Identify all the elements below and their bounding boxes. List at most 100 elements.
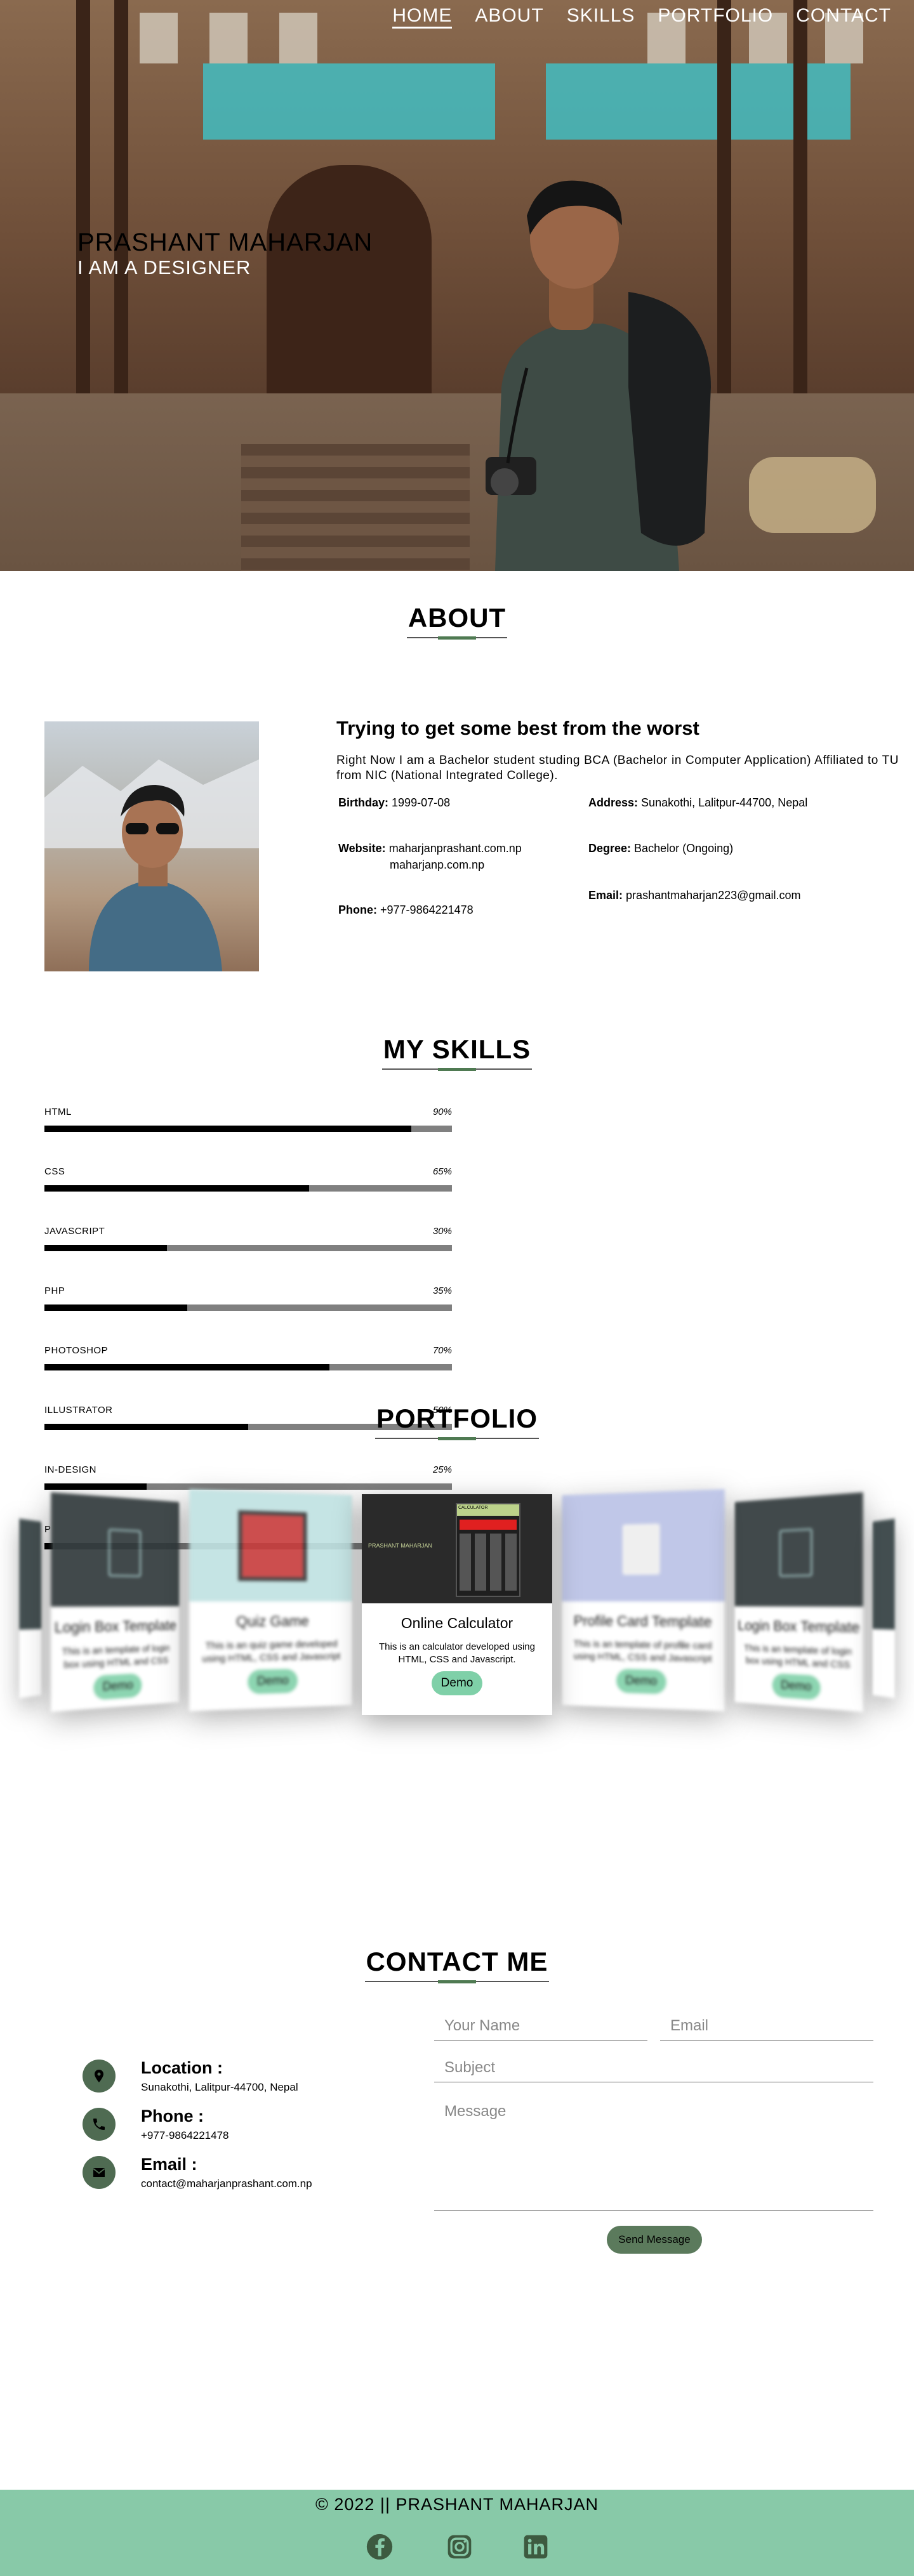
skill-name: CSS xyxy=(44,1166,65,1177)
skill-percent: 65% xyxy=(432,1166,452,1177)
facebook-icon[interactable] xyxy=(366,2533,394,2561)
skill-name: PHP xyxy=(44,1285,65,1296)
main-nav: HOME ABOUT SKILLS PORTFOLIO CONTACT xyxy=(392,5,891,29)
skill-name: JAVASCRIPT xyxy=(44,1226,105,1237)
phone-value: +977-9864221478 xyxy=(141,2129,229,2141)
email-value: contact@maharjanprashant.com.np xyxy=(141,2178,312,2190)
portfolio-card[interactable]: Quiz Game This is an quiz game developed… xyxy=(189,1489,352,1711)
about-heading: Trying to get some best from the worst xyxy=(336,717,699,739)
instagram-icon[interactable] xyxy=(446,2533,474,2561)
portfolio-card[interactable]: Login Box Template This is an template o… xyxy=(51,1492,180,1712)
demo-button[interactable]: Demo xyxy=(772,1673,821,1700)
portfolio-card[interactable] xyxy=(872,1518,895,1699)
skill-name: IN-DESIGN xyxy=(44,1464,97,1475)
skill-bar-fill xyxy=(44,1185,310,1192)
website-link-2[interactable]: maharjanp.com.np xyxy=(390,858,484,871)
location-value: Sunakothi, Lalitpur-44700, Nepal xyxy=(141,2081,298,2093)
location-label: Location : xyxy=(141,2058,223,2077)
skill-name: PHOTOSHOP xyxy=(44,1345,109,1356)
card-title: Login Box Template xyxy=(738,1617,860,1636)
skill-bar-fill xyxy=(44,1304,187,1311)
background-window xyxy=(209,13,248,63)
name-field[interactable] xyxy=(434,2011,647,2040)
phone-label: Phone : xyxy=(141,2106,204,2126)
nav-about[interactable]: ABOUT xyxy=(475,5,543,29)
background-sacks xyxy=(749,457,876,533)
skill-percent: 25% xyxy=(432,1464,452,1475)
card-title: Profile Card Template xyxy=(573,1612,712,1631)
email-icon xyxy=(83,2156,116,2189)
hero-section: HOME ABOUT SKILLS PORTFOLIO CONTACT PRAS… xyxy=(0,0,914,571)
footer: © 2022 || PRASHANT MAHARJAN xyxy=(0,2490,914,2576)
fact-degree: Degree: Bachelor (Ongoing) xyxy=(588,842,734,855)
card-title: Online Calculator xyxy=(401,1615,513,1631)
login-box-icon xyxy=(108,1528,142,1577)
card-description: This is an template of login box using H… xyxy=(62,1643,170,1671)
nav-home[interactable]: HOME xyxy=(392,5,453,29)
card-title: Login Box Template xyxy=(54,1617,176,1636)
portfolio-card-active[interactable]: PRASHANT MAHARJAN CALCULATOR Online Calc… xyxy=(362,1494,552,1715)
linkedin-icon[interactable] xyxy=(522,2533,550,2561)
skill-percent: 70% xyxy=(432,1345,452,1356)
skill-bar xyxy=(44,1185,452,1192)
email-field[interactable] xyxy=(660,2011,873,2040)
card-description: This is an template of profile card usin… xyxy=(573,1638,712,1665)
skill-percent: 90% xyxy=(432,1107,452,1117)
about-photo xyxy=(44,721,259,971)
background-doorway xyxy=(267,165,432,393)
skill-bar xyxy=(44,1364,452,1370)
subject-field[interactable] xyxy=(434,2053,873,2082)
about-paragraph: Right Now I am a Bachelor student studin… xyxy=(336,754,899,782)
phone-icon xyxy=(83,2108,116,2141)
skill-bar-fill xyxy=(44,1364,330,1370)
skill-percent: 35% xyxy=(432,1285,452,1296)
portfolio-title: PORTFOLIO xyxy=(0,1403,914,1440)
card-description: This is an quiz game developed using HTM… xyxy=(202,1638,341,1665)
background-pillar xyxy=(717,0,731,444)
email-label: Email : xyxy=(141,2155,197,2174)
calc-thumb-text: PRASHANT MAHARJAN xyxy=(368,1542,432,1549)
skill-bar xyxy=(44,1245,452,1251)
hero-name: PRASHANT MAHARJAN xyxy=(77,228,373,256)
website-link[interactable]: maharjanprashant.com.np xyxy=(389,842,522,855)
skill-bar-fill xyxy=(44,1245,167,1251)
profile-person-image xyxy=(44,759,259,971)
demo-button[interactable]: Demo xyxy=(616,1669,666,1695)
location-icon xyxy=(83,2060,116,2093)
hero-person-photo xyxy=(486,180,711,571)
portfolio-card[interactable] xyxy=(19,1518,42,1699)
portfolio-card[interactable]: Profile Card Template This is an templat… xyxy=(562,1489,725,1711)
contact-title: CONTACT ME xyxy=(0,1947,914,1983)
skill-bar xyxy=(44,1483,452,1490)
skill-bar xyxy=(44,1126,452,1132)
skill-bar-fill xyxy=(44,1483,147,1490)
fact-website: Website: maharjanprashant.com.np xyxy=(338,842,522,855)
background-window xyxy=(140,13,178,63)
skills-title: MY SKILLS xyxy=(0,1034,914,1071)
login-box-icon xyxy=(779,1528,812,1577)
hero-tagline: I AM A DESIGNER xyxy=(77,256,251,279)
background-pillar xyxy=(793,0,807,444)
portfolio-card[interactable]: Login Box Template This is an template o… xyxy=(734,1492,863,1712)
nav-contact[interactable]: CONTACT xyxy=(796,5,891,29)
fact-email: Email: prashantmaharjan223@gmail.com xyxy=(588,889,801,902)
demo-button[interactable]: Demo xyxy=(432,1671,482,1695)
about-title: ABOUT xyxy=(0,603,914,640)
card-description: This is an calculator developed using HT… xyxy=(379,1641,535,1665)
nav-skills[interactable]: SKILLS xyxy=(567,5,635,29)
fact-address: Address: Sunakothi, Lalitpur-44700, Nepa… xyxy=(588,796,808,809)
skill-name: HTML xyxy=(44,1107,72,1117)
send-message-button[interactable]: Send Message xyxy=(607,2226,702,2254)
skill-bar-fill xyxy=(44,1126,411,1132)
background-stairs xyxy=(241,444,470,571)
fact-phone: Phone: +977-9864221478 xyxy=(338,904,474,916)
message-field[interactable] xyxy=(434,2096,873,2211)
card-title: Quiz Game xyxy=(235,1612,309,1630)
demo-button[interactable]: Demo xyxy=(93,1673,142,1700)
background-banner xyxy=(203,63,495,140)
demo-button[interactable]: Demo xyxy=(248,1669,298,1695)
skill-bar xyxy=(44,1304,452,1311)
nav-portfolio[interactable]: PORTFOLIO xyxy=(658,5,773,29)
profile-card-thumb xyxy=(622,1523,660,1575)
background-window xyxy=(279,13,317,63)
